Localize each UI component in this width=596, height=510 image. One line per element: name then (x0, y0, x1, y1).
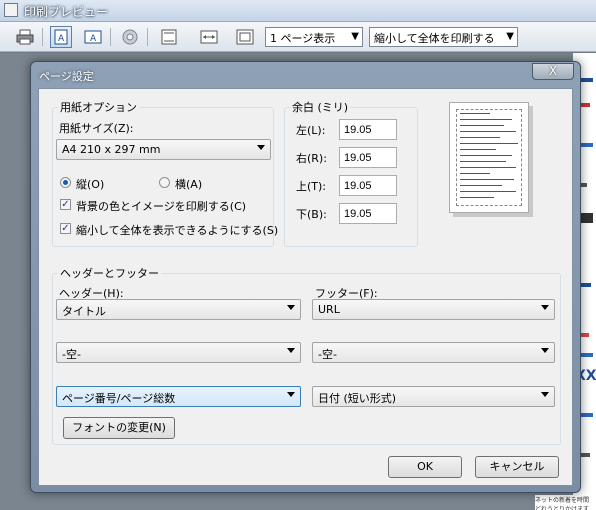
shrink-to-fit-checkbox[interactable]: ✓ (60, 223, 71, 234)
chevron-down-icon (287, 392, 295, 397)
window-titlebar: 印刷プレビュー (0, 0, 596, 22)
footer-select-2[interactable]: -空- (312, 342, 555, 363)
portrait-icon[interactable]: A (50, 26, 72, 48)
landscape-radio[interactable] (159, 177, 170, 188)
shrink-option-select[interactable]: 縮小して全体を印刷する ▼ (369, 27, 518, 47)
page-preview-thumbnail (449, 102, 529, 213)
close-icon[interactable]: X (532, 63, 574, 80)
svg-text:A: A (90, 34, 97, 44)
shrink-to-fit-label: 縮小して全体を表示できるようにする(S) (76, 224, 279, 237)
footer-select-3[interactable]: 日付 (短い形式) (312, 386, 555, 407)
paper-size-label: 用紙サイズ(Z): (59, 122, 134, 135)
toolbar-separator (42, 28, 43, 46)
header-select-2[interactable]: -空- (56, 342, 301, 363)
print-background-label: 背景の色とイメージを印刷する(C) (76, 200, 247, 213)
page-view-value: 1 ページ表示 (270, 32, 336, 45)
chevron-down-icon (541, 392, 549, 397)
full-page-icon[interactable] (234, 26, 256, 48)
shrink-option-value: 縮小して全体を印刷する (374, 32, 495, 45)
cancel-button[interactable]: キャンセル (475, 456, 559, 478)
chevron-down-icon (541, 348, 549, 353)
header-value-1: タイトル (62, 305, 106, 318)
ok-button[interactable]: OK (388, 456, 462, 478)
margin-bottom-label: 下(B): (296, 208, 327, 221)
header-select-1[interactable]: タイトル (56, 299, 301, 320)
portrait-radio[interactable] (60, 177, 71, 188)
chevron-down-icon (257, 145, 265, 150)
window-title: 印刷プレビュー (24, 5, 109, 19)
page-setup-dialog: ページ設定 X 用紙オプション 用紙サイズ(Z): A4 210 x 297 m… (30, 61, 581, 493)
header-footer-legend: ヘッダーとフッター (60, 267, 159, 280)
header-value-2: -空- (62, 348, 81, 361)
chevron-down-icon: ▼ (506, 31, 514, 42)
app-icon (4, 3, 18, 17)
margin-left-label: 左(L): (296, 124, 326, 137)
page-setup-gear-icon[interactable] (119, 26, 141, 48)
margin-top-field[interactable] (339, 175, 397, 196)
portrait-label: 縦(O) (76, 178, 105, 191)
margin-right-field[interactable] (339, 147, 397, 168)
landscape-icon[interactable]: A (82, 26, 104, 48)
preview-toolbar: A A 1 ページ表示 ▼ 縮小して全体を印刷する ▼ (0, 22, 596, 52)
footer-value-1: URL (318, 303, 340, 316)
margins-legend: 余白 (ミリ) (292, 101, 349, 114)
toolbar-separator (110, 28, 111, 46)
page-view-select[interactable]: 1 ページ表示 ▼ (265, 27, 363, 47)
print-icon[interactable] (14, 26, 36, 48)
paper-options-legend: 用紙オプション (60, 101, 137, 114)
footer-value-2: -空- (318, 348, 337, 361)
header-select-3[interactable]: ページ番号/ページ総数 (56, 386, 301, 407)
change-font-button[interactable]: フォントの変更(N) (63, 417, 175, 439)
margin-right-label: 右(R): (296, 152, 327, 165)
header-value-3: ページ番号/ページ総数 (62, 392, 176, 405)
margin-top-label: 上(T): (296, 180, 327, 193)
margin-bottom-field[interactable] (339, 203, 397, 224)
print-background-checkbox[interactable]: ✓ (60, 199, 71, 210)
svg-text:A: A (58, 34, 65, 44)
paper-size-select[interactable]: A4 210 x 297 mm (56, 139, 271, 160)
dialog-client: 用紙オプション 用紙サイズ(Z): A4 210 x 297 mm 縦(O) 横… (38, 88, 573, 486)
dialog-title: ページ設定 (39, 70, 94, 83)
chevron-down-icon (287, 348, 295, 353)
landscape-label: 横(A) (175, 178, 203, 191)
chevron-down-icon (541, 305, 549, 310)
footer-select-1[interactable]: URL (312, 299, 555, 320)
header-footer-toggle-icon[interactable] (158, 26, 180, 48)
footer-value-3: 日付 (短い形式) (318, 392, 397, 405)
full-width-icon[interactable] (198, 26, 220, 48)
toolbar-separator (147, 28, 148, 46)
chevron-down-icon (287, 305, 295, 310)
paper-size-value: A4 210 x 297 mm (62, 143, 161, 156)
background-bottom-text: ネットの新着を時間 どれうとりかけます (535, 495, 596, 510)
margin-left-field[interactable] (339, 119, 397, 140)
chevron-down-icon: ▼ (351, 31, 359, 42)
